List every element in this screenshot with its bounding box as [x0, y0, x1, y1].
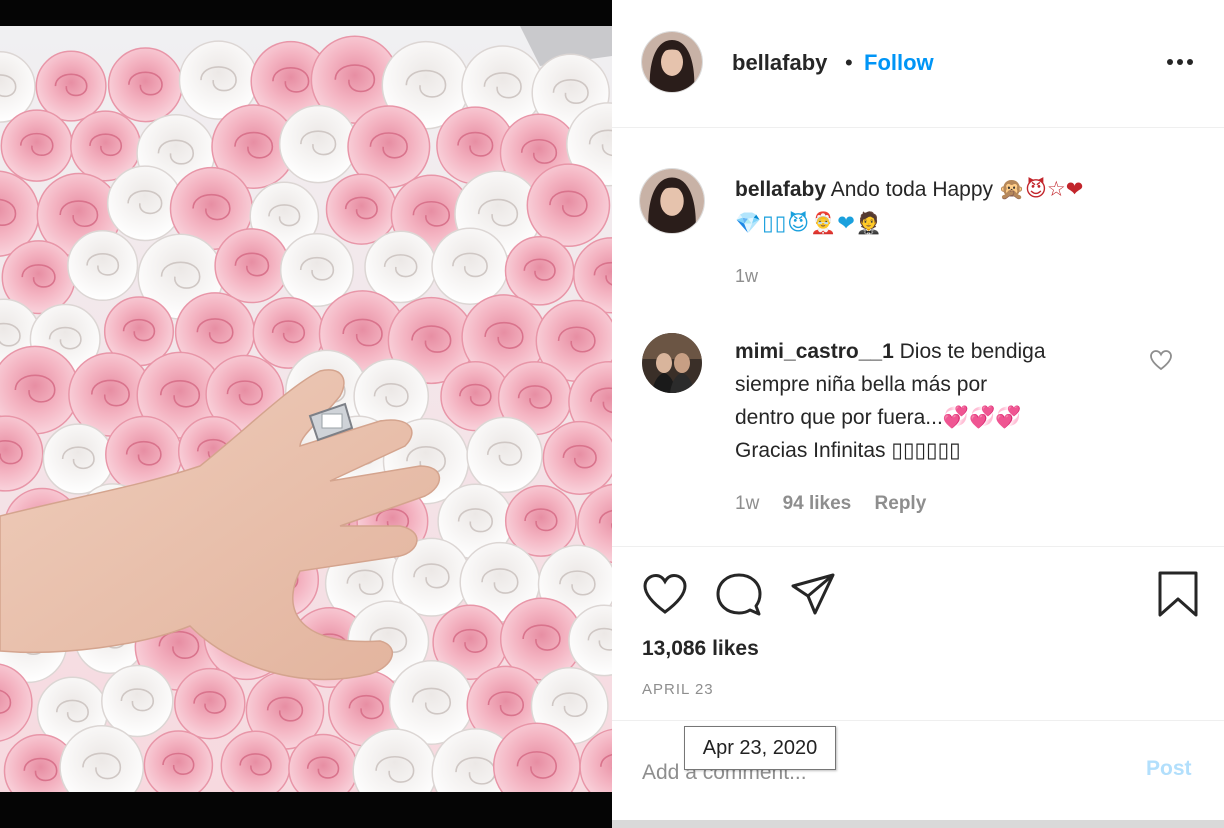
likes-count[interactable]: 13,086 likes [642, 637, 759, 661]
instagram-post-window: bellafaby • Follow bellafaby Ando toda H… [0, 0, 1224, 828]
avatar[interactable] [640, 169, 704, 233]
post-header: bellafaby • Follow [612, 0, 1224, 128]
caption-text: Ando toda Happy [830, 178, 994, 201]
roses-with-hand-image [0, 26, 612, 792]
profile-photo-icon [640, 169, 704, 233]
comment-text: Gracias Infinitas ▯▯▯▯▯▯ [735, 439, 961, 462]
more-horizontal-icon[interactable] [1165, 54, 1195, 70]
photo-letterbox-top [0, 0, 612, 26]
bookmark-icon[interactable] [1157, 570, 1199, 618]
profile-photo-icon [642, 333, 702, 393]
post-side-panel: bellafaby • Follow bellafaby Ando toda H… [612, 0, 1224, 828]
caption-username[interactable]: bellafaby [735, 178, 826, 201]
post-author-username[interactable]: bellafaby [732, 50, 827, 76]
comment-timestamp[interactable]: 1w [735, 493, 759, 514]
share-plane-icon[interactable] [790, 572, 836, 616]
comment-likes-count[interactable]: 94 likes [783, 493, 852, 514]
caption-timestamp[interactable]: 1w [735, 266, 758, 287]
post-actions: 13,086 likes APRIL 23 [612, 548, 1224, 720]
profile-photo-icon [642, 32, 702, 92]
post-date[interactable]: APRIL 23 [642, 681, 714, 698]
post-photo[interactable] [0, 26, 612, 792]
reply-button[interactable]: Reply [875, 493, 927, 514]
comment-username[interactable]: mimi_castro__1 [735, 340, 894, 363]
comment-text: dentro que por fuera... [735, 406, 943, 429]
heart-outline-icon[interactable] [1149, 349, 1173, 371]
post-comment-button[interactable]: Post [1146, 757, 1192, 781]
comment-text: siempre niña bella más por [735, 373, 988, 396]
date-tooltip: Apr 23, 2020 [684, 726, 836, 770]
avatar[interactable] [642, 32, 702, 92]
comment-bubble-icon[interactable] [716, 572, 762, 618]
post-caption: bellafaby Ando toda Happy 🙊😈☆❤ 💎▯▯😈🤶❤🤵 [735, 173, 1175, 241]
comments-section[interactable]: bellafaby Ando toda Happy 🙊😈☆❤ 💎▯▯😈🤶❤🤵 1… [612, 129, 1224, 547]
caption-emojis: 🙊😈☆❤ [998, 178, 1084, 201]
page-bottom-edge [612, 820, 1224, 828]
comment-meta: 1w 94 likes Reply [735, 493, 944, 515]
caption-emojis: 💎▯▯😈🤶❤🤵 [735, 212, 884, 235]
post-photo-column [0, 0, 612, 828]
photo-letterbox-bottom [0, 792, 612, 828]
comment-text: Dios te bendiga [899, 340, 1046, 363]
comment-body: mimi_castro__1 Dios te bendiga siempre n… [735, 335, 1135, 467]
follow-button[interactable]: Follow [864, 50, 934, 76]
avatar[interactable] [642, 333, 702, 393]
comment-hearts: 💞💞💞 [942, 406, 1022, 429]
separator-dot: • [845, 50, 853, 75]
heart-icon[interactable] [642, 572, 688, 616]
